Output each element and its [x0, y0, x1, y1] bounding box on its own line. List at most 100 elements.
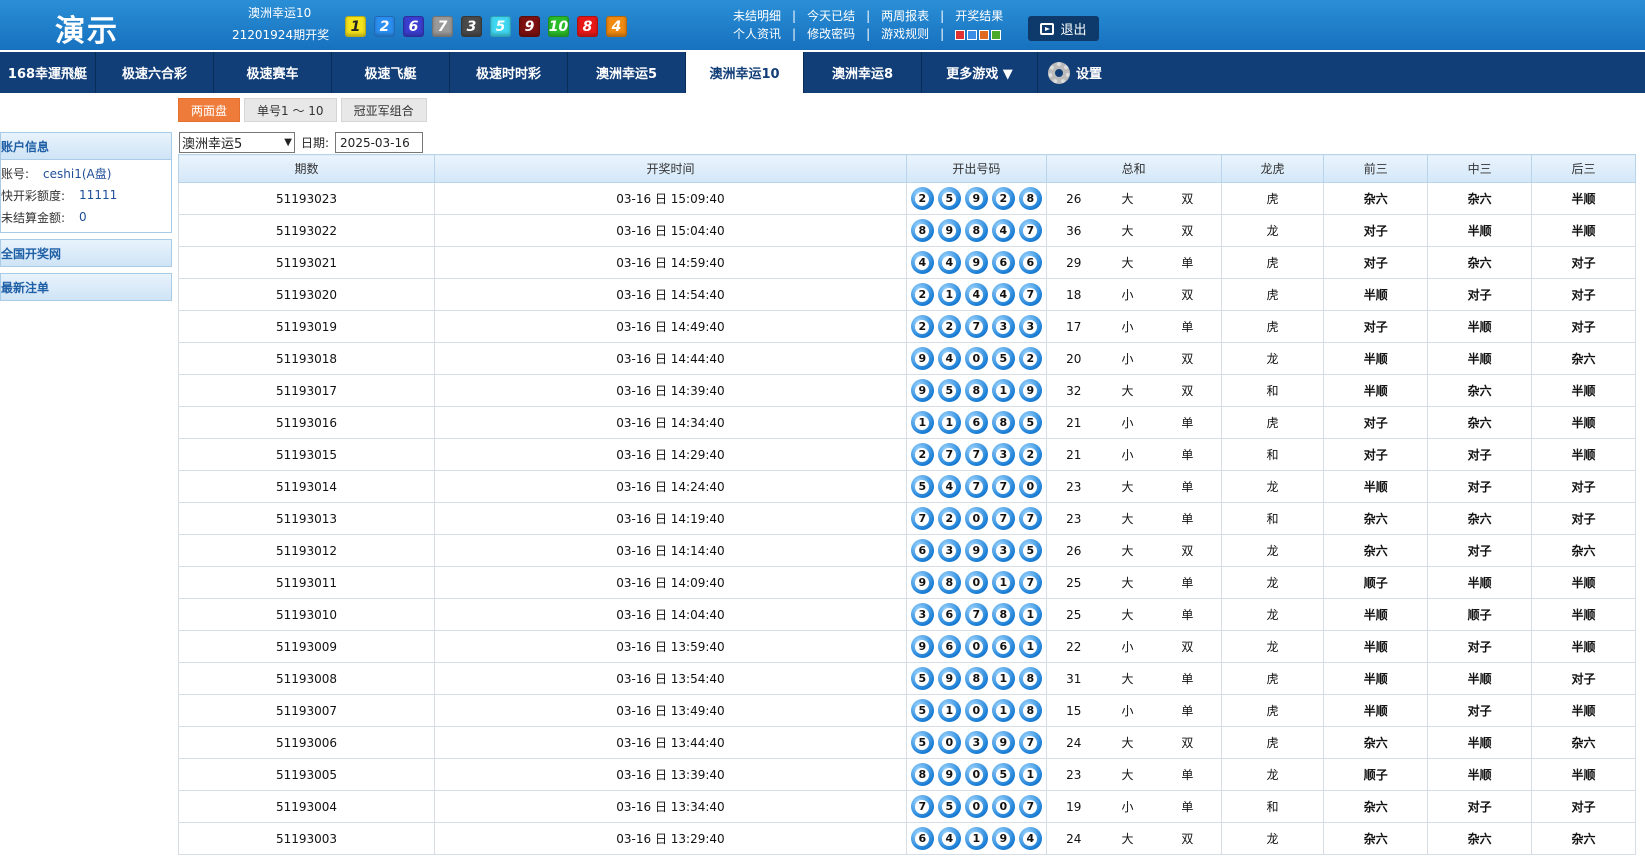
account-row-label: 快开彩额度: [1, 188, 66, 203]
number-ball: 6 [910, 827, 934, 850]
draw-time-cell: 03-16 日 13:29:40 [434, 822, 907, 855]
nav-item[interactable]: 澳洲幸运5 [568, 52, 686, 93]
number-ball-value: 7 [1023, 799, 1038, 814]
top-link-1[interactable]: 未结明细 [733, 7, 781, 25]
draw-numbers: 50397 [907, 731, 1046, 754]
current-lottery-name: 澳洲幸运10 [248, 6, 312, 20]
nav-item[interactable]: 澳洲幸运10 [686, 52, 804, 93]
parity-cell: 单 [1154, 790, 1222, 823]
draw-time-cell: 03-16 日 14:04:40 [434, 598, 907, 631]
dragon-tiger-cell: 龙 [1220, 758, 1325, 791]
play-type-tab[interactable]: 单号1 ～ 10 [244, 98, 337, 122]
table-row: 51193020 03-16 日 14:54:40 2 1 4 4 7 18 小双虎半顺 对子 对子 [177, 278, 1636, 311]
number-ball: 7 [1018, 283, 1042, 306]
top-link-3[interactable]: 游戏规则 [881, 25, 929, 43]
nav-settings[interactable]: 设置 [1038, 52, 1102, 93]
skin-swatch[interactable] [991, 29, 1002, 40]
number-ball-value: 9 [969, 191, 984, 206]
link-separator: | [866, 9, 871, 23]
number-ball-value: 6 [1023, 255, 1038, 270]
table-row: 51193005 03-16 日 13:39:40 8 9 0 5 1 23 大单龙顺子 半顺 半顺 [177, 758, 1636, 791]
draw-numbers-cell: 95819 [905, 374, 1047, 407]
draw-time-cell: 03-16 日 13:49:40 [434, 694, 907, 727]
front-three-cell: 对子 [1323, 310, 1429, 343]
number-ball: 4 [991, 219, 1015, 242]
draw-time-cell: 03-16 日 14:54:40 [434, 278, 907, 311]
last-draw-ball: 9 [519, 16, 540, 37]
number-ball: 0 [964, 763, 988, 786]
number-ball: 9 [964, 539, 988, 562]
issue-cell: 51193018 [177, 342, 436, 375]
table-row: 51193011 03-16 日 14:09:40 9 8 0 1 7 25 大单龙顺子 半顺 半顺 [177, 566, 1636, 599]
front-three-cell: 对子 [1323, 214, 1429, 247]
skin-swatch[interactable] [979, 29, 990, 40]
play-type-tab[interactable]: 冠亚军组合 [340, 98, 427, 122]
draw-time-cell: 03-16 日 13:59:40 [434, 630, 907, 663]
back-three-cell: 对子 [1531, 662, 1636, 695]
results-filter: 澳洲幸运5 ▼ 日期: 2025-03-16 [179, 132, 424, 153]
date-input[interactable]: 2025-03-16 [335, 132, 424, 153]
front-three-cell: 半顺 [1323, 374, 1429, 407]
draw-numbers-cell: 36781 [905, 598, 1047, 631]
issue-cell: 51193007 [177, 694, 436, 727]
number-ball-value: 6 [996, 639, 1011, 654]
link-separator: | [866, 27, 871, 41]
dragon-tiger-cell: 虎 [1220, 182, 1325, 215]
nav-item[interactable]: 澳洲幸运8 [804, 52, 922, 93]
top-link-1[interactable]: 个人资讯 [733, 25, 781, 43]
top-link-2[interactable]: 修改密码 [807, 25, 855, 43]
nav-item[interactable]: 168幸運飛艇 [0, 52, 96, 93]
back-three-cell: 半顺 [1531, 438, 1636, 471]
number-ball: 8 [1018, 187, 1042, 210]
number-ball: 4 [1018, 827, 1042, 850]
top-link-4[interactable]: 开奖结果 [955, 7, 1003, 25]
number-ball: 2 [937, 315, 961, 338]
middle-three-cell: 半顺 [1427, 662, 1533, 695]
parity-cell: 单 [1154, 438, 1222, 471]
middle-three-cell: 对子 [1427, 438, 1533, 471]
column-header: 开出号码 [905, 154, 1047, 183]
number-ball-value: 0 [1023, 479, 1038, 494]
draw-numbers-cell: 11685 [905, 406, 1047, 439]
number-ball-value: 0 [942, 735, 957, 750]
number-ball: 3 [1018, 315, 1042, 338]
top-link-2[interactable]: 今天已结 [807, 7, 855, 25]
nav-item[interactable]: 极速时时彩 [450, 52, 568, 93]
size-cell: 大 [1100, 246, 1155, 279]
number-ball-value: 3 [996, 543, 1011, 558]
column-header: 中三 [1427, 154, 1533, 183]
issue-cell: 51193021 [177, 246, 436, 279]
parity-cell: 双 [1154, 214, 1222, 247]
nav-item[interactable]: 极速六合彩 [96, 52, 214, 93]
number-ball-value: 6 [915, 543, 930, 558]
latest-bets-header[interactable]: 最新注单 [0, 273, 172, 301]
middle-three-cell: 对子 [1427, 278, 1533, 311]
nav-item[interactable]: 极速赛车 [214, 52, 332, 93]
middle-three-cell: 半顺 [1427, 566, 1533, 599]
draw-numbers: 89051 [907, 763, 1046, 786]
column-header: 期数 [177, 154, 436, 183]
draw-time-cell: 03-16 日 15:09:40 [434, 182, 907, 215]
play-type-tab[interactable]: 两面盘 [178, 98, 241, 122]
draw-numbers: 54770 [907, 475, 1046, 498]
issue-cell: 51193012 [177, 534, 436, 567]
chevron-down-icon: ▼ [284, 137, 292, 148]
lottery-select[interactable]: 澳洲幸运5 ▼ [179, 132, 295, 153]
number-ball-value: 0 [969, 575, 984, 590]
nav-item[interactable]: 更多游戏 ▼ [922, 52, 1038, 93]
number-ball-value: 9 [996, 831, 1011, 846]
national-results-header[interactable]: 全国开奖网 [0, 239, 172, 267]
nav-item[interactable]: 极速飞艇 [332, 52, 450, 93]
middle-three-cell: 对子 [1427, 630, 1533, 663]
draw-numbers-cell: 50397 [905, 726, 1047, 759]
middle-three-cell: 半顺 [1427, 342, 1533, 375]
skin-swatch[interactable] [967, 29, 978, 40]
top-link-3[interactable]: 两周报表 [881, 7, 929, 25]
account-info-header[interactable]: 账户信息 [0, 132, 172, 160]
draw-numbers: 63935 [907, 539, 1046, 562]
sum-cell: 17 [1045, 310, 1101, 343]
number-ball: 7 [1018, 731, 1042, 754]
draw-time-cell: 03-16 日 14:39:40 [434, 374, 907, 407]
logout-button[interactable]: 退出 [1028, 16, 1099, 41]
skin-swatch[interactable] [955, 29, 966, 40]
